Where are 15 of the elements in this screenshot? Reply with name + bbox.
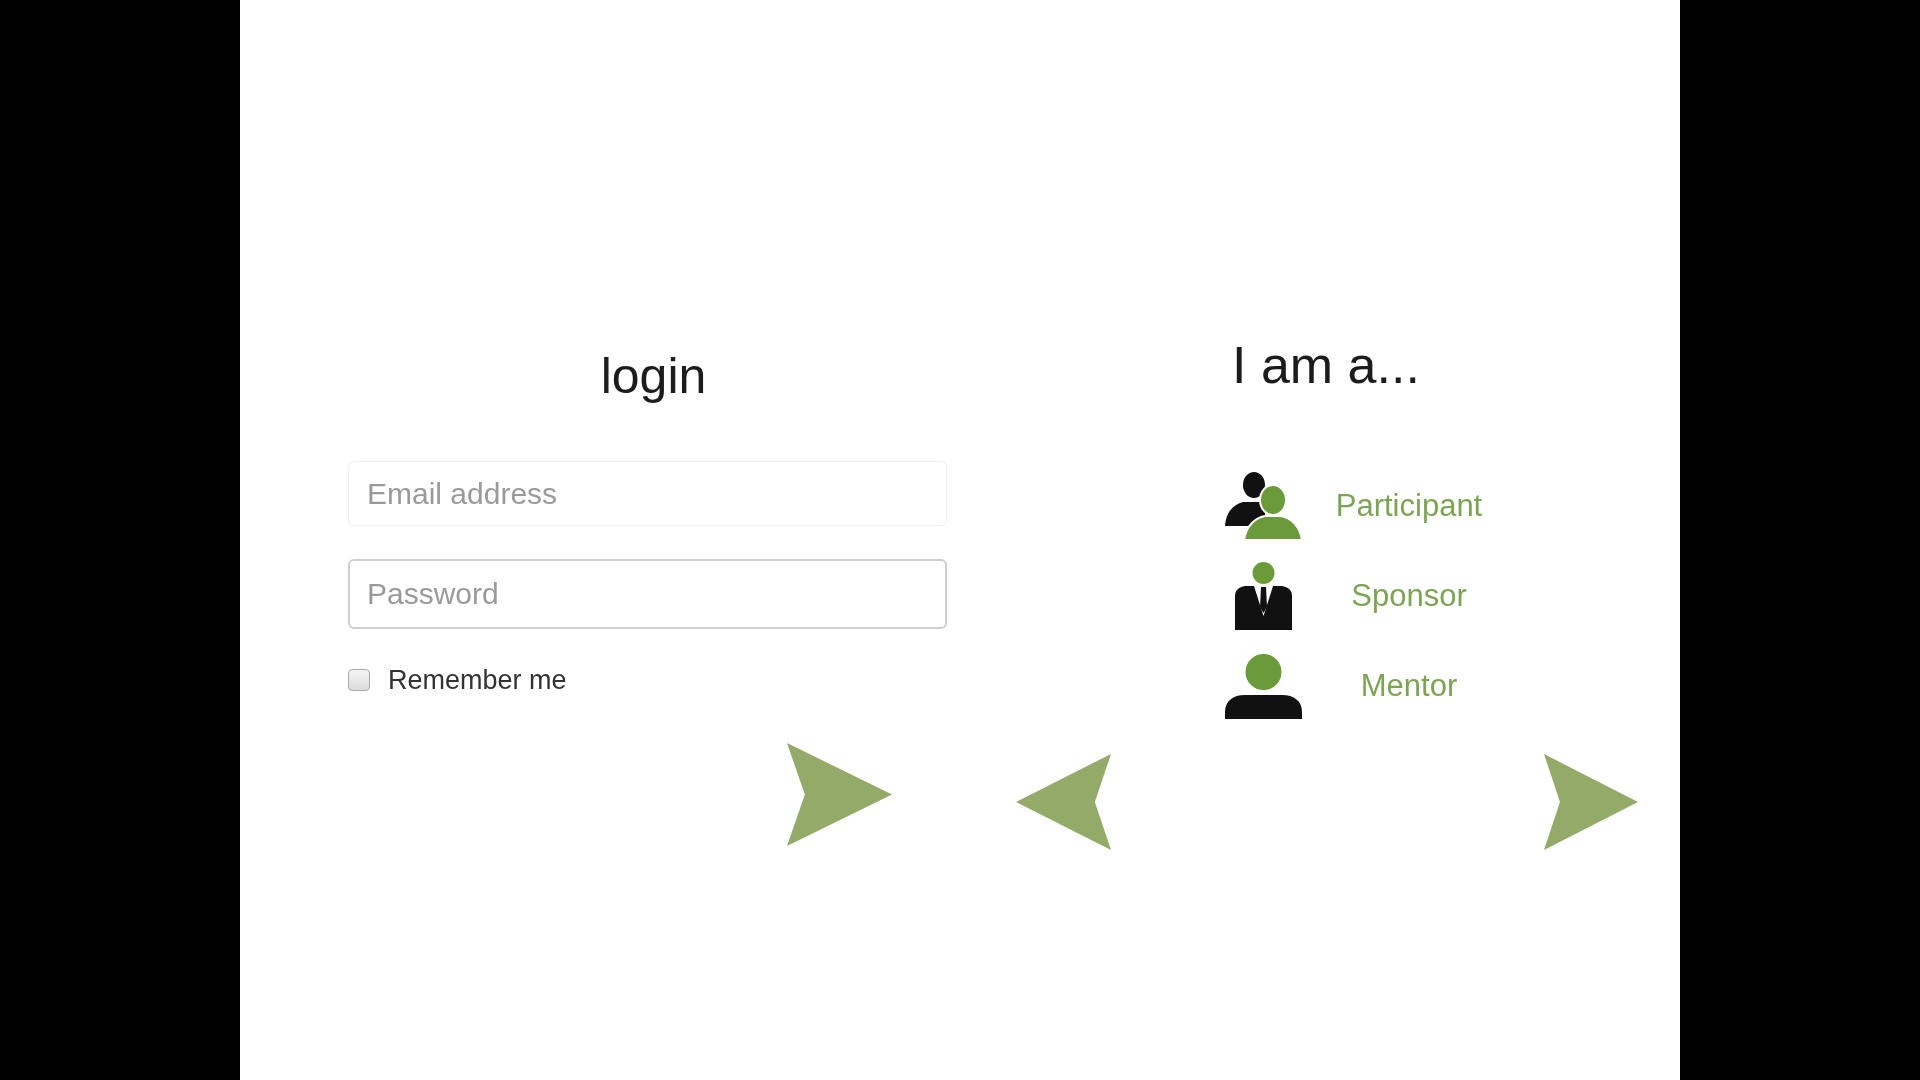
remember-label[interactable]: Remember me [388, 665, 567, 695]
arrow-left-icon[interactable] [1016, 754, 1111, 850]
role-title: I am a... [1232, 335, 1420, 396]
role-option[interactable]: Mentor [1360, 667, 1458, 705]
arrow-right-icon[interactable] [787, 743, 892, 846]
remember-checkbox[interactable] [348, 669, 370, 691]
email-field[interactable]: Email address [348, 461, 947, 526]
person-icon [1225, 653, 1302, 719]
role-option[interactable]: Sponsor [1351, 577, 1467, 615]
person-tie-icon [1235, 562, 1292, 630]
arrow-right-icon[interactable] [1544, 754, 1638, 850]
login-title: login [600, 347, 707, 406]
role-option[interactable]: Participant [1335, 487, 1483, 525]
password-field[interactable]: Password [348, 559, 947, 629]
two-people-icon [1225, 472, 1302, 540]
